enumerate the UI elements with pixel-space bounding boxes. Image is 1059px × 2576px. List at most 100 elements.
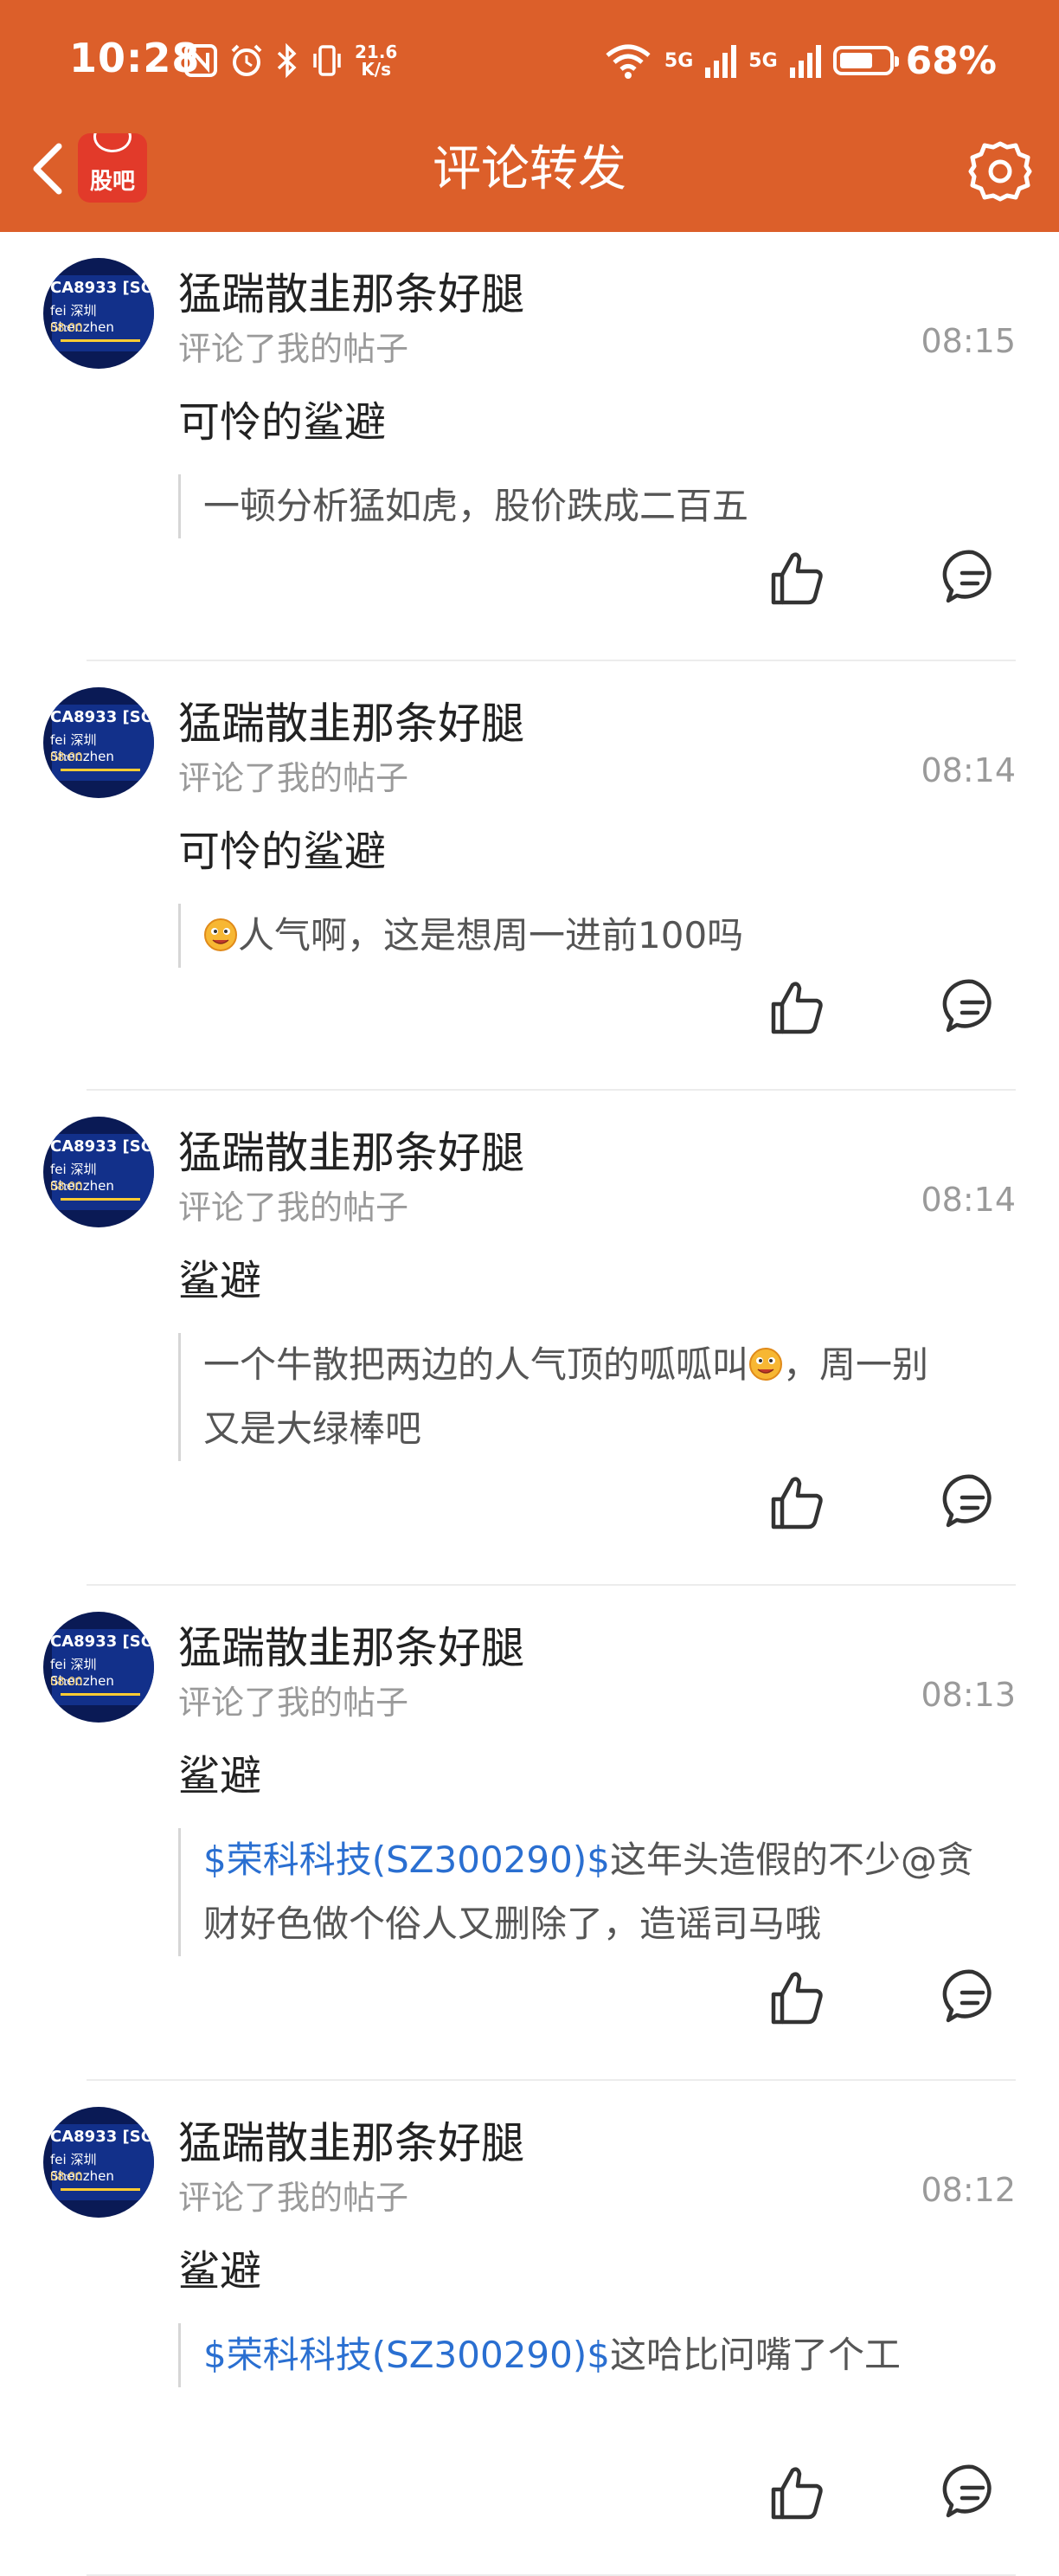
target-post-title[interactable]: 可怜的鲨避 <box>178 388 386 448</box>
quote-text: 这哈比问嘴了个工 <box>609 2334 901 2376</box>
quote-text: 又是大绿棒吧 <box>203 1407 422 1450</box>
comment-quote[interactable]: 人气啊，这是想周一进前100吗 <box>178 904 1012 968</box>
quote-line: $荣科科技(SZ300290)$这哈比问嘴了个工 <box>203 2323 1012 2387</box>
top-bar: 10:28 21.6 K/s 5G 5G 68% 股吧 评论转发 <box>0 0 1059 232</box>
avatar-text-line: 08:00 <box>50 2171 83 2184</box>
timestamp: 08:14 <box>921 751 1016 789</box>
battery-percent: 68% <box>905 38 997 83</box>
action-text: 评论了我的帖子 <box>178 1188 409 1227</box>
username[interactable]: 猛踹散韭那条好腿 <box>178 260 524 322</box>
battery-level <box>839 53 872 68</box>
bluetooth-icon <box>277 42 297 79</box>
avatar[interactable]: CA8933 [SC fei 深圳Shenzhen 08:00 <box>43 687 154 798</box>
avatar-text-line: CA8933 [SC <box>50 2128 152 2146</box>
quote-text: 一顿分析猛如虎，股价跌成二百五 <box>203 485 749 527</box>
avatar-text-line: CA8933 [SC <box>50 1137 152 1156</box>
comment-bubble-icon <box>942 1969 992 2023</box>
comment-button[interactable] <box>938 2458 1007 2528</box>
avatar[interactable]: CA8933 [SC fei 深圳Shenzhen 08:00 <box>43 258 154 369</box>
like-button[interactable] <box>763 973 832 1042</box>
timestamp: 08:12 <box>921 2171 1016 2209</box>
comment-quote[interactable]: 一顿分析猛如虎，股价跌成二百五 <box>178 474 1012 538</box>
settings-button[interactable] <box>967 138 1033 204</box>
username[interactable]: 猛踹散韭那条好腿 <box>178 1613 524 1676</box>
like-button[interactable] <box>763 1468 832 1537</box>
comment-quote[interactable]: 一个牛散把两边的人气顶的呱呱叫 ，周一别 又是大绿棒吧 <box>178 1333 1012 1461</box>
action-row <box>0 2458 1059 2528</box>
timestamp: 08:13 <box>921 1676 1016 1714</box>
quote-line: 一顿分析猛如虎，股价跌成二百五 <box>203 474 1012 538</box>
timestamp: 08:15 <box>921 322 1016 360</box>
comment-item[interactable]: CA8933 [SC fei 深圳Shenzhen 08:00 猛踹散韭那条好腿… <box>0 661 1059 1091</box>
stock-link[interactable]: $荣科科技(SZ300290)$ <box>203 1839 610 1881</box>
net-speed-value: 21.6 <box>355 42 398 62</box>
smile-emoji-icon <box>749 1348 783 1381</box>
thumbs-up-icon <box>771 982 823 1034</box>
comment-button[interactable] <box>938 1963 1007 2032</box>
action-text: 评论了我的帖子 <box>178 2179 409 2217</box>
avatar-text-line: CA8933 [SC <box>50 708 152 726</box>
comment-bubble-icon <box>942 2464 992 2518</box>
comment-quote[interactable]: $荣科科技(SZ300290)$这哈比问嘴了个工 <box>178 2323 1012 2387</box>
comment-button[interactable] <box>938 1468 1007 1537</box>
avatar-stripe <box>61 769 140 771</box>
comment-bubble-icon <box>942 1474 992 1528</box>
username[interactable]: 猛踹散韭那条好腿 <box>178 689 524 751</box>
avatar-text-line: 08:00 <box>50 1676 83 1689</box>
comment-item[interactable]: CA8933 [SC fei 深圳Shenzhen 08:00 猛踹散韭那条好腿… <box>0 1091 1059 1586</box>
alarm-icon <box>231 44 262 76</box>
comment-item[interactable]: CA8933 [SC fei 深圳Shenzhen 08:00 猛踹散韭那条好腿… <box>0 232 1059 661</box>
action-row <box>0 1963 1059 2032</box>
target-post-title[interactable]: 鲨避 <box>178 1742 261 1802</box>
avatar-stripe <box>61 2188 140 2191</box>
vibrate-icon <box>313 45 341 76</box>
avatar[interactable]: CA8933 [SC fei 深圳Shenzhen 08:00 <box>43 2107 154 2218</box>
comment-button[interactable] <box>938 973 1007 1042</box>
avatar-stripe <box>61 1693 140 1696</box>
battery-icon <box>832 46 899 75</box>
target-post-title[interactable]: 鲨避 <box>178 1246 261 1307</box>
timestamp: 08:14 <box>921 1181 1016 1219</box>
page-title: 评论转发 <box>433 141 626 197</box>
avatar-text-line: CA8933 [SC <box>50 279 152 297</box>
thumbs-up-icon <box>771 552 823 605</box>
stock-link[interactable]: $荣科科技(SZ300290)$ <box>203 2334 610 2376</box>
username[interactable]: 猛踹散韭那条好腿 <box>178 1118 524 1181</box>
comment-bubble-icon <box>942 979 992 1033</box>
comment-quote[interactable]: $荣科科技(SZ300290)$这年头造假的不少@贪 财好色做个俗人又删除了，造谣… <box>178 1828 1012 1956</box>
thumbs-up-icon <box>771 1972 823 2025</box>
quote-line: 人气啊，这是想周一进前100吗 <box>203 904 1012 968</box>
username[interactable]: 猛踹散韭那条好腿 <box>178 2109 524 2171</box>
avatar-stripe <box>61 1198 140 1201</box>
signal-5g-label-1: 5G <box>664 49 694 72</box>
target-post-title[interactable]: 可怜的鲨避 <box>178 817 386 878</box>
quote-text: ，周一别 <box>783 1343 929 1386</box>
avatar-text-line: CA8933 [SC <box>50 1633 152 1651</box>
comment-item[interactable]: CA8933 [SC fei 深圳Shenzhen 08:00 猛踹散韭那条好腿… <box>0 2081 1059 2576</box>
comment-button[interactable] <box>938 544 1007 613</box>
avatar[interactable]: CA8933 [SC fei 深圳Shenzhen 08:00 <box>43 1612 154 1723</box>
quote-text: 这年头造假的不少@贪 <box>609 1839 973 1881</box>
comment-item[interactable]: CA8933 [SC fei 深圳Shenzhen 08:00 猛踹散韭那条好腿… <box>0 1586 1059 2081</box>
nfc-icon <box>184 44 217 77</box>
comment-bubble-icon <box>942 550 992 603</box>
like-button[interactable] <box>763 2458 832 2528</box>
action-row <box>0 1468 1059 1537</box>
action-row <box>0 544 1059 613</box>
avatar[interactable]: CA8933 [SC fei 深圳Shenzhen 08:00 <box>43 1117 154 1227</box>
signal-5g-label-2: 5G <box>748 49 778 72</box>
network-speed: 21.6 K/s <box>355 43 397 78</box>
action-row <box>0 973 1059 1042</box>
quote-text: 人气啊，这是想周一进前100吗 <box>238 914 744 956</box>
settings-icon <box>968 141 1032 202</box>
quote-line: $荣科科技(SZ300290)$这年头造假的不少@贪 <box>203 1828 1012 1892</box>
thumbs-up-icon <box>771 1477 823 1530</box>
like-button[interactable] <box>763 544 832 613</box>
thumbs-up-icon <box>771 2467 823 2520</box>
smile-emoji-icon <box>204 918 237 951</box>
avatar-text-line: 08:00 <box>50 1181 83 1194</box>
action-text: 评论了我的帖子 <box>178 759 409 797</box>
comment-feed: CA8933 [SC fei 深圳Shenzhen 08:00 猛踹散韭那条好腿… <box>0 232 1059 2576</box>
like-button[interactable] <box>763 1963 832 2032</box>
target-post-title[interactable]: 鲨避 <box>178 2237 261 2297</box>
